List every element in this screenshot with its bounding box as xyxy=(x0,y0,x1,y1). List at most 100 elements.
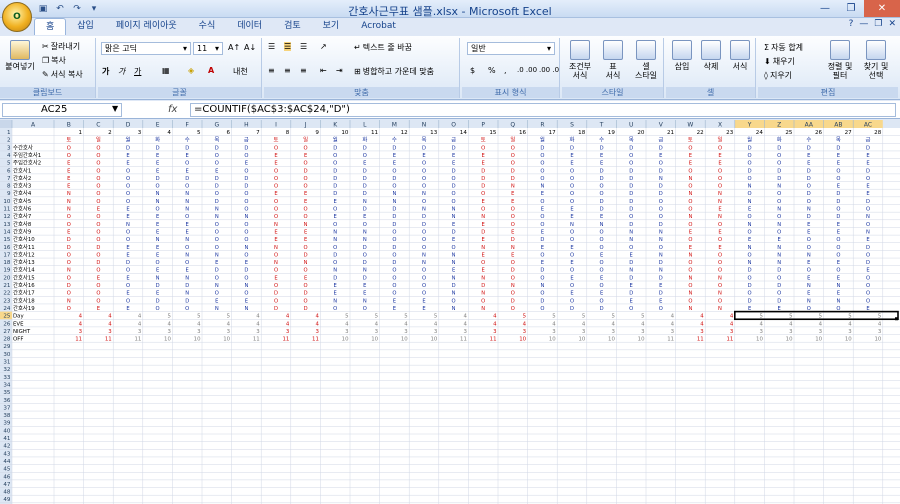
name-box-dropdown-icon[interactable]: ▼ xyxy=(112,104,118,113)
column-header-Z[interactable]: Z xyxy=(777,121,781,128)
row-header-43[interactable]: 43 xyxy=(3,451,11,457)
shift-cell[interactable]: E xyxy=(393,153,396,159)
shift-cell[interactable]: D xyxy=(185,176,189,182)
shift-cell[interactable]: E xyxy=(126,153,129,159)
summary-value[interactable]: 4 xyxy=(671,321,675,327)
row-header-33[interactable]: 33 xyxy=(3,375,11,381)
shift-cell[interactable]: D xyxy=(67,283,71,289)
shift-cell[interactable]: O xyxy=(511,153,515,159)
shift-cell[interactable]: O xyxy=(96,184,100,190)
shift-cell[interactable]: E xyxy=(304,237,307,243)
shift-cell[interactable]: O xyxy=(540,252,544,258)
shift-cell[interactable]: O xyxy=(363,252,367,258)
summary-value[interactable]: 4 xyxy=(79,321,83,327)
shift-cell[interactable]: O xyxy=(540,176,544,182)
shift-cell[interactable]: O xyxy=(304,161,308,167)
shift-cell[interactable]: O xyxy=(452,298,456,304)
shift-cell[interactable]: E xyxy=(452,153,455,159)
shift-cell[interactable]: O xyxy=(718,184,722,190)
summary-value[interactable]: 3 xyxy=(523,329,526,335)
shift-cell[interactable]: D xyxy=(481,168,485,174)
shift-cell[interactable]: O xyxy=(244,252,248,258)
insert-function-button[interactable]: fx xyxy=(168,103,186,117)
shift-cell[interactable]: O xyxy=(422,283,426,289)
shift-cell[interactable]: N xyxy=(718,214,722,220)
shift-cell[interactable]: O xyxy=(777,214,781,220)
shift-cell[interactable]: O xyxy=(304,245,308,251)
shift-cell[interactable]: O xyxy=(96,283,100,289)
shift-cell[interactable]: E xyxy=(274,191,277,197)
shift-cell[interactable]: D xyxy=(304,168,308,174)
shift-cell[interactable]: D xyxy=(629,145,633,151)
summary-value[interactable]: 4 xyxy=(759,321,763,327)
shift-cell[interactable]: O xyxy=(126,237,130,243)
shift-cell[interactable]: E xyxy=(452,237,455,243)
shift-cell[interactable]: E xyxy=(186,153,189,159)
shift-cell[interactable]: O xyxy=(511,291,515,297)
shift-cell[interactable]: E xyxy=(570,153,573,159)
shift-cell[interactable]: E xyxy=(156,229,159,235)
fill-handle[interactable] xyxy=(895,317,898,321)
shift-cell[interactable]: N xyxy=(215,207,219,213)
shift-cell[interactable]: E xyxy=(126,214,129,220)
shift-cell[interactable]: O xyxy=(688,199,692,205)
shift-cell[interactable]: N xyxy=(452,252,456,258)
shift-cell[interactable]: O xyxy=(570,283,574,289)
summary-value[interactable]: 3 xyxy=(434,329,437,335)
shift-cell[interactable]: N xyxy=(244,283,248,289)
shift-cell[interactable]: O xyxy=(274,199,278,205)
shift-cell[interactable]: O xyxy=(481,207,485,213)
shift-cell[interactable]: D xyxy=(836,191,840,197)
decrease-decimal-button[interactable]: .00 .0 xyxy=(539,66,559,74)
column-header-E[interactable]: E xyxy=(156,121,160,128)
summary-value[interactable]: 3 xyxy=(375,329,378,335)
row-header-11[interactable]: 11 xyxy=(3,207,11,213)
column-header-AB[interactable]: AB xyxy=(834,121,842,128)
shift-cell[interactable]: D xyxy=(748,283,752,289)
summary-value[interactable]: 4 xyxy=(286,321,290,327)
comma-button[interactable]: , xyxy=(504,66,507,75)
shift-cell[interactable]: O xyxy=(807,184,811,190)
shift-cell[interactable]: O xyxy=(96,153,100,159)
shift-cell[interactable]: O xyxy=(215,191,219,197)
summary-value[interactable]: 10 xyxy=(430,337,437,343)
summary-value[interactable]: 11 xyxy=(134,337,141,343)
shift-cell[interactable]: O xyxy=(807,199,811,205)
shift-cell[interactable]: E xyxy=(482,237,485,243)
shift-cell[interactable]: D xyxy=(629,207,633,213)
row-header-38[interactable]: 38 xyxy=(3,413,11,419)
shift-cell[interactable]: D xyxy=(156,176,160,182)
shift-cell[interactable]: O xyxy=(540,275,544,281)
shift-cell[interactable]: D xyxy=(807,145,811,151)
shift-cell[interactable]: O xyxy=(244,222,248,228)
shift-cell[interactable]: D xyxy=(452,145,456,151)
shift-cell[interactable]: N xyxy=(422,191,426,197)
shift-cell[interactable]: E xyxy=(482,161,485,167)
merge-center-button[interactable]: ⊞ 병합하고 가운데 맞춤 xyxy=(354,66,434,77)
shift-cell[interactable]: D xyxy=(333,184,337,190)
shift-cell[interactable]: D xyxy=(659,145,663,151)
summary-value[interactable]: 11 xyxy=(253,337,260,343)
shift-cell[interactable]: D xyxy=(836,145,840,151)
shift-cell[interactable]: O xyxy=(600,229,604,235)
shift-cell[interactable]: N xyxy=(777,260,781,266)
shift-cell[interactable]: D xyxy=(540,145,544,151)
shift-cell[interactable]: O xyxy=(540,153,544,159)
shift-cell[interactable]: E xyxy=(689,161,692,167)
nurse-name[interactable]: 간호사5 xyxy=(13,197,31,205)
shift-cell[interactable]: O xyxy=(274,145,278,151)
shift-cell[interactable]: O xyxy=(422,245,426,251)
nurse-name[interactable]: 간호사19 xyxy=(13,304,35,312)
shift-cell[interactable]: O xyxy=(156,207,160,213)
column-header-D[interactable]: D xyxy=(126,121,131,128)
shift-cell[interactable]: N xyxy=(629,229,633,235)
shift-cell[interactable]: E xyxy=(748,207,751,213)
shift-cell[interactable]: O xyxy=(777,275,781,281)
shift-cell[interactable]: N xyxy=(215,283,219,289)
summary-value[interactable]: 3 xyxy=(848,329,851,335)
align-bottom-button[interactable]: ☰ xyxy=(300,42,307,51)
shift-cell[interactable]: E xyxy=(837,184,840,190)
shift-cell[interactable]: N xyxy=(244,306,248,312)
shift-cell[interactable]: D xyxy=(629,184,633,190)
shift-cell[interactable]: N xyxy=(718,291,722,297)
